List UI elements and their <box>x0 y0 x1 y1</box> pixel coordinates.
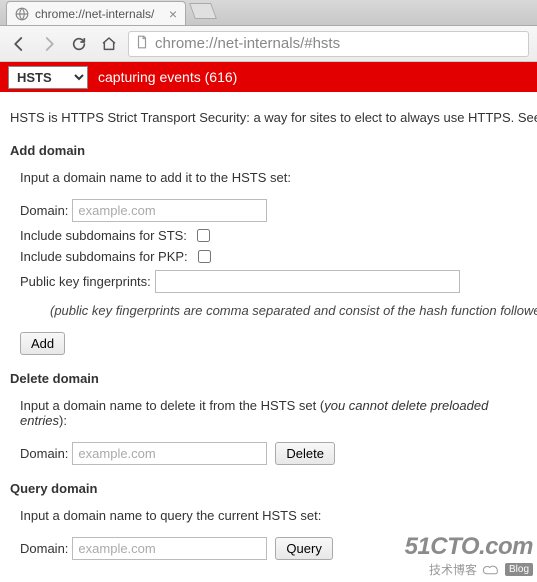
close-icon[interactable]: × <box>169 7 177 21</box>
query-form: Domain: Query <box>20 537 527 560</box>
back-button[interactable] <box>8 33 30 55</box>
add-domain-label: Domain: <box>20 203 68 218</box>
query-domain-label: Domain: <box>20 541 68 556</box>
tab-title: chrome://net-internals/ <box>35 7 154 21</box>
add-form: Domain: Include subdomains for STS: Incl… <box>20 199 527 355</box>
content: HSTS is HTTPS Strict Transport Security:… <box>0 92 537 582</box>
reload-button[interactable] <box>68 33 90 55</box>
add-subtext: Input a domain name to add it to the HST… <box>20 170 527 185</box>
delete-heading: Delete domain <box>10 371 527 386</box>
toolbar <box>0 26 537 62</box>
address-bar[interactable] <box>128 31 529 57</box>
delete-button[interactable]: Delete <box>275 442 335 465</box>
sts-label: Include subdomains for STS: <box>20 228 187 243</box>
url-input[interactable] <box>155 35 522 52</box>
favicon-icon <box>15 7 29 21</box>
query-domain-input[interactable] <box>72 537 267 560</box>
delete-subtext-post: ): <box>59 413 67 428</box>
view-select[interactable]: HSTS <box>8 66 88 89</box>
fp-input[interactable] <box>155 270 460 293</box>
page-icon <box>135 35 149 52</box>
pkp-label: Include subdomains for PKP: <box>20 249 188 264</box>
query-button[interactable]: Query <box>275 537 332 560</box>
delete-form: Domain: Delete <box>20 442 527 465</box>
home-button[interactable] <box>98 33 120 55</box>
delete-domain-label: Domain: <box>20 446 68 461</box>
delete-domain-input[interactable] <box>72 442 267 465</box>
add-domain-input[interactable] <box>72 199 267 222</box>
forward-button[interactable] <box>38 33 60 55</box>
intro-body: HSTS is HTTPS Strict Transport Security:… <box>10 110 537 125</box>
browser-tab[interactable]: chrome://net-internals/ × <box>6 1 186 25</box>
fp-hint: (public key fingerprints are comma separ… <box>50 303 527 318</box>
fp-label: Public key fingerprints: <box>20 274 151 289</box>
query-subtext: Input a domain name to query the current… <box>20 508 527 523</box>
intro-text: HSTS is HTTPS Strict Transport Security:… <box>10 110 527 125</box>
sts-checkbox[interactable] <box>197 229 210 242</box>
new-tab-button[interactable] <box>189 3 217 19</box>
capturing-label: capturing events (616) <box>98 69 237 85</box>
add-button[interactable]: Add <box>20 332 65 355</box>
add-heading: Add domain <box>10 143 527 158</box>
pkp-checkbox[interactable] <box>198 250 211 263</box>
query-heading: Query domain <box>10 481 527 496</box>
tab-bar: chrome://net-internals/ × <box>0 0 537 26</box>
delete-subtext: Input a domain name to delete it from th… <box>20 398 527 428</box>
capture-bar: HSTS capturing events (616) <box>0 62 537 92</box>
delete-subtext-pre: Input a domain name to delete it from th… <box>20 398 324 413</box>
